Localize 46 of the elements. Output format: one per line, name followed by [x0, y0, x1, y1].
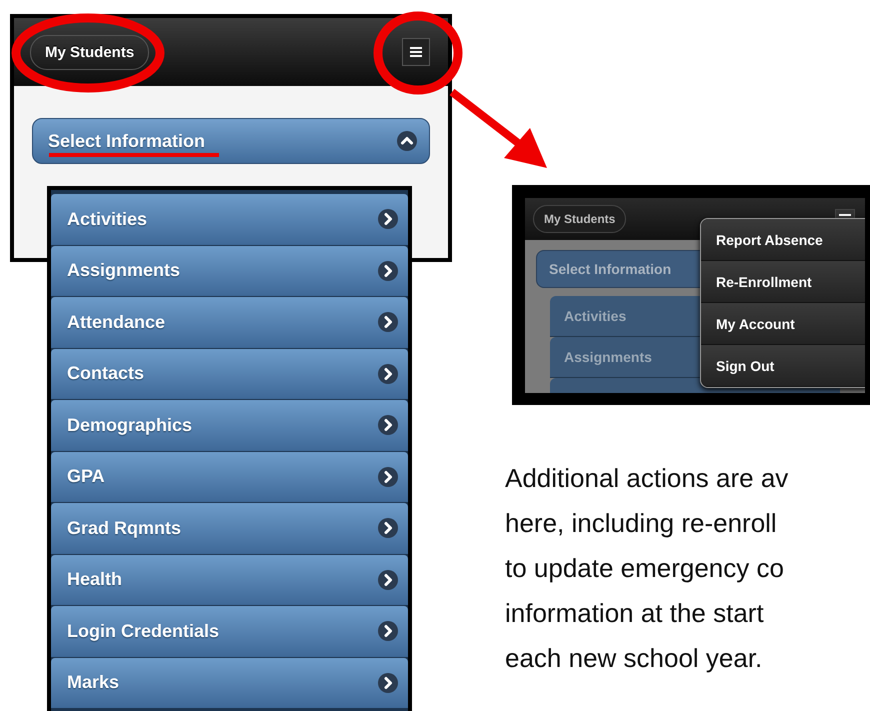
chevron-right-icon [378, 415, 398, 436]
chevron-right-icon [378, 209, 398, 230]
list-item[interactable]: Marks [51, 658, 408, 709]
dropdown-label: Select Information [48, 130, 206, 152]
chevron-up-icon [397, 131, 417, 151]
menu-item[interactable]: Re-Enrollment [701, 261, 865, 303]
caption-line: here, including re-enroll [505, 507, 778, 540]
item-label: Assignments [67, 260, 180, 282]
item-label: Activities [67, 208, 148, 230]
chevron-right-icon [378, 364, 398, 384]
chevron-right-icon [378, 260, 398, 281]
back-button[interactable]: My Students [533, 205, 626, 233]
caption-line: Additional actions are av [505, 462, 788, 495]
item-label: GPA [67, 466, 105, 488]
item-label: Login Credentials [67, 620, 220, 642]
list-item[interactable]: Demographics [51, 400, 408, 452]
menu-button[interactable] [402, 38, 430, 66]
chevron-right-icon [378, 621, 398, 642]
item-label: Health [67, 569, 122, 590]
list-item[interactable]: Health [51, 554, 408, 606]
item-label: Grad Rqmnts [67, 518, 182, 539]
select-dropdown[interactable]: Select Information [32, 118, 430, 164]
menu-item[interactable]: Report Absence [701, 219, 865, 261]
item-label: Attendance [67, 312, 166, 333]
item-label: Marks [67, 672, 120, 694]
list-item[interactable]: Activities [51, 194, 408, 246]
list-item[interactable]: Grad Rqmnts [51, 503, 408, 554]
list-item[interactable]: GPA [51, 452, 408, 503]
chevron-right-icon [378, 518, 398, 538]
menu-icon [410, 46, 422, 58]
menu-item[interactable]: Sign Out [701, 345, 865, 387]
item-label: Demographics [67, 414, 192, 436]
chevron-right-icon [378, 312, 398, 332]
back-button[interactable]: My Students [30, 34, 150, 70]
list-item[interactable]: Login Credentials [51, 606, 408, 658]
caption-line: information at the start [505, 597, 765, 630]
chevron-right-icon [378, 672, 398, 693]
caption-line: to update emergency co [505, 552, 785, 585]
caption-line: each new school year. [505, 642, 764, 675]
chevron-right-icon [378, 466, 398, 487]
chevron-right-icon [378, 570, 398, 590]
item-label: Contacts [67, 363, 144, 384]
menu-item[interactable]: My Account [701, 303, 865, 345]
list-item[interactable]: Attendance [51, 297, 408, 348]
list-item[interactable]: Contacts [51, 348, 408, 400]
list-item[interactable]: Assignments [51, 246, 408, 297]
